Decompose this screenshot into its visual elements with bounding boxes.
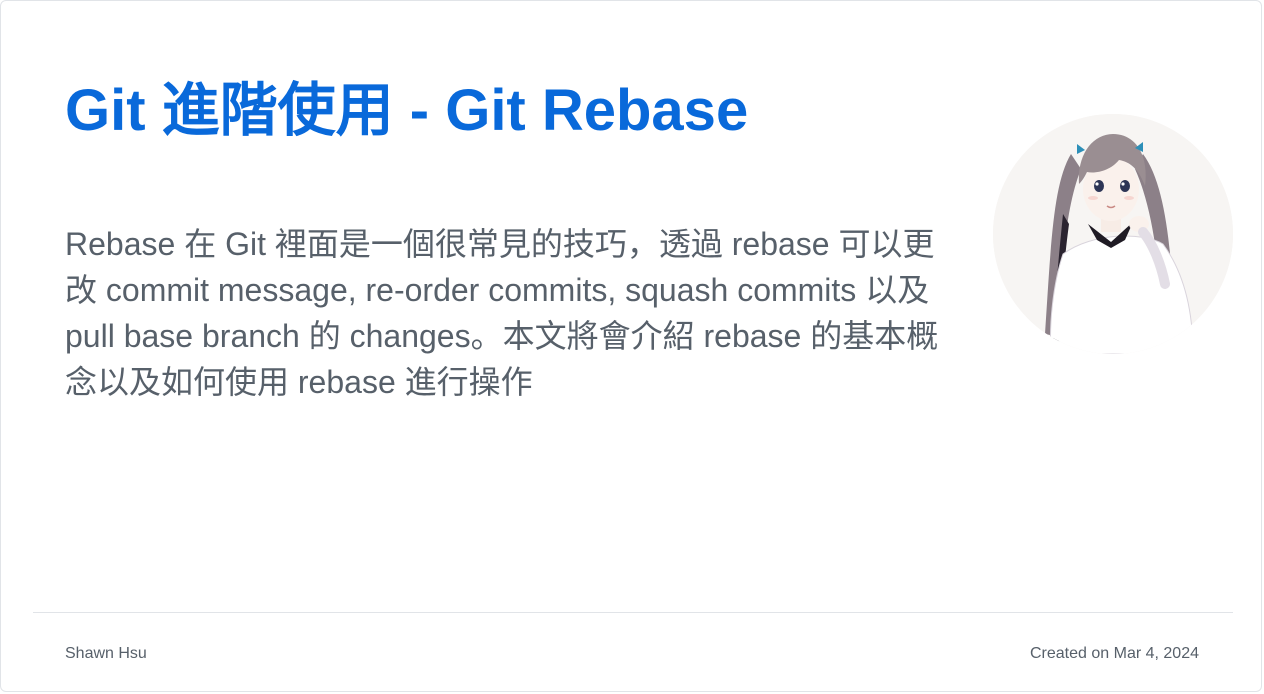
article-description: Rebase 在 Git 裡面是一個很常見的技巧，透過 rebase 可以更改 … — [65, 226, 939, 400]
created-date: Created on Mar 4, 2024 — [1030, 645, 1199, 662]
footer-divider — [33, 612, 1233, 613]
author-name: Shawn Hsu — [65, 645, 147, 662]
anime-girl-avatar-icon — [993, 114, 1233, 354]
page-title: Git 進階使用 - Git Rebase — [65, 78, 749, 143]
avatar — [993, 114, 1233, 354]
social-preview-card: Git 進階使用 - Git Rebase Rebase 在 Git 裡面是一個… — [0, 0, 1262, 692]
